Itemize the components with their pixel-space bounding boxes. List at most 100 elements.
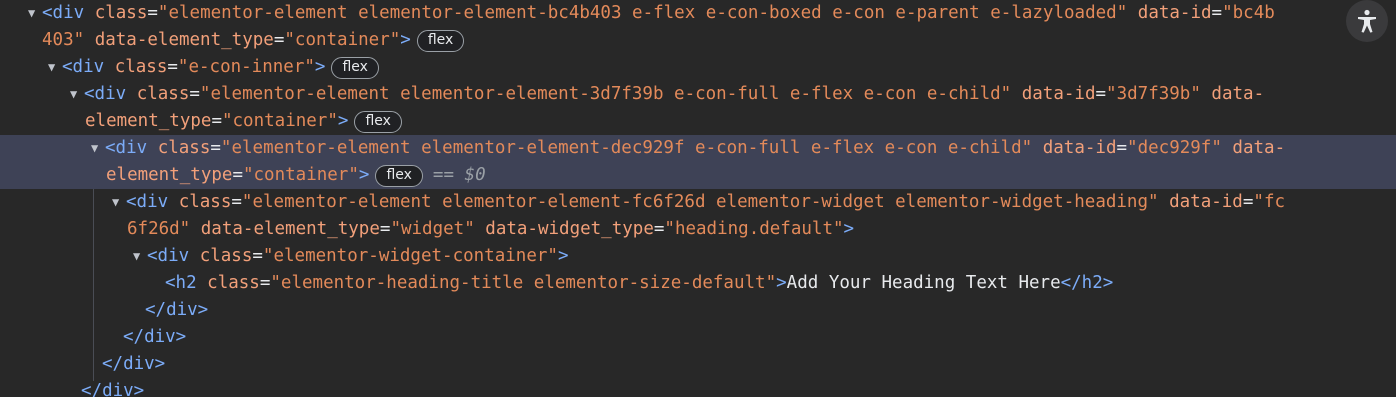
node-text-token: = (1242, 192, 1254, 212)
expand-toggle-icon[interactable]: ▼ (133, 243, 147, 270)
flex-badge[interactable]: flex (331, 57, 379, 79)
dom-node-row[interactable]: </div> (0, 297, 1396, 324)
dom-node-row[interactable]: ▼ <div class="elementor-element elementor… (0, 135, 1396, 162)
node-text-token (1159, 192, 1170, 212)
flex-badge[interactable]: flex (354, 111, 402, 133)
node-tag-token: > (358, 165, 370, 185)
node-text-token: = (189, 84, 200, 104)
node-text-token: Add Your Heading Text Here (786, 273, 1061, 293)
expand-toggle-icon[interactable]: ▼ (112, 189, 126, 216)
node-attr-value: "container" (242, 165, 359, 185)
dom-node-row[interactable]: 6f26d" data-element_type="widget" data-w… (0, 216, 1396, 243)
node-tag-token: <div (42, 3, 95, 23)
flex-badge[interactable]: flex (375, 165, 423, 187)
dom-tree-panel: ▼ <div class="elementor-element elementor… (0, 0, 1396, 397)
node-text-token: = (1116, 138, 1128, 158)
node-tag-token: <div (147, 246, 200, 266)
dom-node-row[interactable]: 403" data-element_type="container"> flex (0, 27, 1396, 54)
node-attr-value: "container" (221, 111, 338, 131)
node-attr-value: 6f26d" (127, 219, 191, 239)
node-text-token: = (273, 30, 285, 50)
node-attr-value: "dec929f" (1127, 138, 1222, 158)
node-attr-name: data-id (1169, 192, 1243, 212)
node-text-token: = (211, 111, 222, 131)
node-text-token (84, 30, 95, 50)
expand-toggle-icon[interactable]: ▼ (91, 135, 105, 162)
node-attr-value: "elementor-element elementor-element-fc6… (241, 192, 1159, 212)
node-text-token: = (252, 246, 263, 266)
node-attr-name: class (94, 3, 148, 23)
node-attr-value: "elementor-widget-container" (262, 246, 558, 266)
node-tag-token: > (337, 111, 349, 131)
node-tag-token: <div (126, 192, 179, 212)
node-text-token: = (1095, 84, 1107, 104)
expand-toggle-icon[interactable]: ▼ (70, 81, 84, 108)
node-attr-value: "heading.default" (664, 219, 844, 239)
node-tag-token: <h2 (165, 273, 208, 293)
node-text-token (1127, 3, 1138, 23)
node-attr-value: "elementor-element elementor-element-bc4… (157, 3, 1128, 23)
dom-node-row[interactable]: </div> (0, 351, 1396, 378)
node-text-token: = (210, 138, 221, 158)
dom-node-row[interactable]: ▼ <div class="elementor-widget-container"… (0, 243, 1396, 270)
selected-node-marker: == $0 (432, 165, 486, 185)
node-text-token (1032, 138, 1043, 158)
dom-node-row[interactable]: <h2 class="elementor-heading-title eleme… (0, 270, 1396, 297)
dom-node-row[interactable]: ▼ <div class="elementor-element elementor… (0, 81, 1396, 108)
flex-badge[interactable]: flex (416, 30, 465, 52)
dom-node-row[interactable]: </div> (0, 324, 1396, 351)
node-attr-name: class (178, 192, 232, 212)
node-tag-token: > (843, 219, 855, 239)
node-attr-value: "elementor-element elementor-element-3d7… (199, 84, 1012, 104)
node-attr-name: data- (1232, 138, 1286, 158)
node-tag-token: <div (105, 138, 158, 158)
node-text-token: = (653, 219, 665, 239)
node-attr-name: class (207, 273, 260, 293)
node-attr-name: data-id (1137, 3, 1212, 23)
node-attr-name: class (157, 138, 211, 158)
dom-node-row[interactable]: element_type="container"> flex (0, 108, 1396, 135)
accessibility-button[interactable] (1346, 0, 1388, 42)
node-attr-name: class (136, 84, 190, 104)
dom-node-row[interactable]: </div> (0, 378, 1396, 397)
indent-guide (93, 189, 94, 381)
node-text-token: = (147, 3, 158, 23)
node-attr-value: "fc (1253, 192, 1286, 212)
node-attr-name: data-id (1042, 138, 1117, 158)
expand-toggle-icon[interactable]: ▼ (48, 54, 62, 81)
node-tag-token: </div> (145, 300, 209, 320)
node-tag-token: <div (84, 84, 137, 104)
node-text-token (1011, 84, 1022, 104)
node-attr-value: "bc4b (1222, 3, 1275, 23)
dom-node-row[interactable]: element_type="container"> flex == $0 (0, 162, 1396, 189)
node-text-token: = (231, 192, 242, 212)
node-tag-token: </div> (102, 354, 166, 374)
node-attr-value: "widget" (390, 219, 475, 239)
node-text-token: = (259, 273, 271, 293)
expand-toggle-icon[interactable]: ▼ (28, 0, 42, 27)
node-attr-name: data-id (1021, 84, 1096, 104)
node-attr-value: "3d7f39b" (1106, 84, 1201, 104)
dom-node-row[interactable]: ▼ <div class="elementor-element elementor… (0, 189, 1396, 216)
node-text-token: = (379, 219, 391, 239)
node-attr-name: element_type (85, 111, 212, 131)
node-tag-token: <div (62, 57, 115, 77)
dom-node-row[interactable]: ▼ <div class="elementor-element elementor… (0, 0, 1396, 27)
node-tag-token: </h2> (1060, 273, 1114, 293)
node-attr-value: 403" (42, 30, 85, 50)
node-text-token (1222, 138, 1233, 158)
dom-node-row[interactable]: ▼ <div class="e-con-inner"> flex (0, 54, 1396, 81)
node-tag-token: </div> (81, 381, 145, 397)
node-text-token: = (232, 165, 243, 185)
node-attr-value: "elementor-heading-title elementor-size-… (270, 273, 777, 293)
node-attr-name: class (199, 246, 253, 266)
node-text-token: = (167, 57, 178, 77)
node-attr-name: data-element_type (200, 219, 380, 239)
node-attr-value: "e-con-inner" (177, 57, 315, 77)
node-attr-name: data-element_type (94, 30, 274, 50)
node-attr-name: data- (1211, 84, 1265, 104)
node-text-token: = (1211, 3, 1223, 23)
node-attr-value: "container" (284, 30, 401, 50)
node-attr-name: element_type (106, 165, 233, 185)
node-text-token (475, 219, 486, 239)
